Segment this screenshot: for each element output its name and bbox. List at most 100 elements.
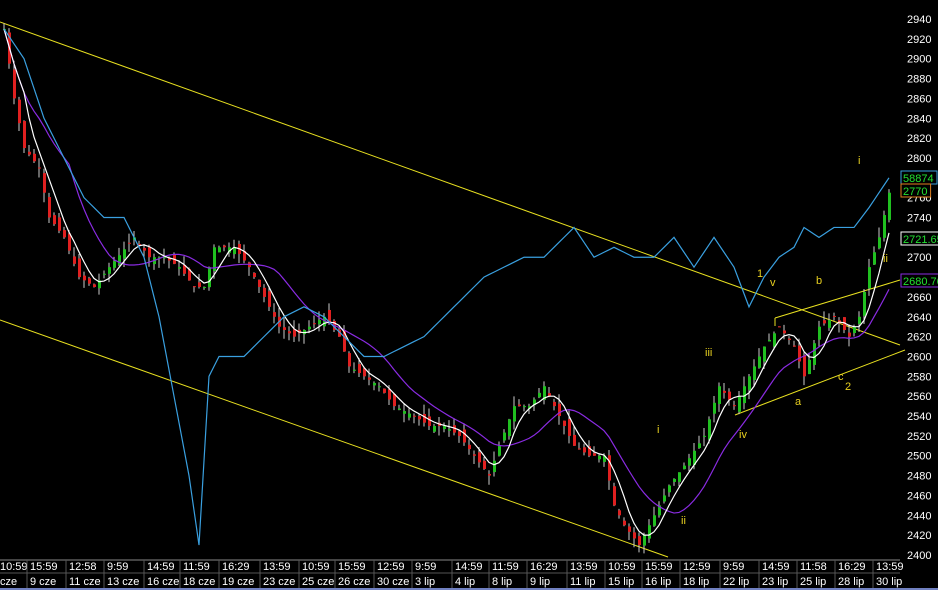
candle-up — [683, 465, 686, 470]
candle-down — [258, 279, 261, 288]
candle-up — [748, 376, 751, 390]
wave-label: iv — [739, 429, 747, 441]
candle-up — [408, 413, 411, 418]
candle-down — [638, 536, 641, 546]
candle-down — [788, 338, 791, 340]
x-tick-date: 30 cze — [377, 576, 409, 588]
candle-down — [848, 332, 851, 337]
x-tick-time: 9:59 — [723, 561, 744, 573]
candle-down — [458, 431, 461, 436]
y-tick-label: 2900 — [907, 54, 931, 66]
candle-up — [208, 267, 211, 288]
candle-down — [138, 243, 141, 245]
candle-down — [723, 390, 726, 393]
candle-down — [128, 242, 131, 244]
x-tick-date: 9 cze — [30, 576, 56, 588]
candle-down — [383, 388, 386, 393]
x-tick-time: 11:59 — [183, 561, 210, 573]
candle-up — [498, 445, 501, 456]
x-tick-date: 4 lip — [455, 576, 475, 588]
candle-up — [863, 291, 866, 316]
x-tick-date: 26 cze — [338, 576, 370, 588]
x-tick-date: 25 cze — [302, 576, 334, 588]
candle-up — [858, 316, 861, 324]
candle-up — [448, 429, 451, 431]
candle-down — [358, 364, 361, 374]
candle-down — [783, 330, 786, 334]
y-tick-label: 2800 — [907, 153, 931, 165]
candle-up — [738, 396, 741, 412]
candle-up — [598, 455, 601, 460]
candle-down — [473, 454, 476, 456]
price-chart: i1v biiiiii ivac2ii 2400242024402460248025… — [0, 0, 938, 590]
x-tick-time: 14:59 — [455, 561, 483, 573]
y-tick-label: 2580 — [907, 371, 931, 383]
candle-down — [618, 510, 621, 516]
x-tick-time: 11:58 — [800, 561, 827, 573]
candle-down — [733, 405, 736, 407]
x-tick-time: 12:59 — [683, 561, 711, 573]
candle-down — [198, 282, 201, 288]
candle-down — [143, 247, 146, 251]
candle-up — [753, 366, 756, 380]
candle-down — [478, 452, 481, 463]
candle-down — [23, 121, 26, 149]
candle-down — [418, 416, 421, 420]
candle-up — [513, 406, 516, 422]
candle-up — [378, 386, 381, 388]
candle-up — [818, 326, 821, 340]
candle-down — [593, 453, 596, 456]
x-tick-time: 12:58 — [69, 561, 97, 573]
candle-up — [663, 495, 666, 502]
candle-up — [853, 326, 856, 334]
candle-down — [823, 320, 826, 324]
candle-up — [353, 369, 356, 371]
candle-up — [203, 287, 206, 289]
wave-label: ii — [883, 253, 888, 265]
candle-down — [253, 272, 256, 278]
y-tick-label: 2920 — [907, 34, 931, 46]
x-tick-date: 11 cze — [69, 576, 101, 588]
x-tick-time: 10:59 — [608, 561, 636, 573]
candle-down — [793, 345, 796, 347]
value-tag-ma-fast: 2721.65 — [903, 234, 938, 246]
wave-label: 2 — [845, 381, 851, 393]
candle-down — [573, 434, 576, 446]
candle-up — [403, 411, 406, 414]
candle-down — [48, 197, 51, 218]
candle-down — [43, 173, 46, 193]
candle-up — [888, 192, 891, 220]
candle-up — [678, 472, 681, 482]
candle-down — [608, 455, 611, 481]
candle-up — [873, 252, 876, 265]
candle-down — [778, 326, 781, 328]
x-tick-date: 9 lip — [530, 576, 550, 588]
wave-label: a — [795, 396, 802, 408]
y-tick-label: 2820 — [907, 133, 931, 145]
candle-up — [538, 392, 541, 398]
candle-down — [58, 217, 61, 231]
candle-down — [63, 230, 66, 238]
candle-down — [288, 331, 291, 334]
y-tick-label: 2740 — [907, 213, 931, 225]
candle-down — [38, 167, 41, 169]
y-tick-label: 2440 — [907, 510, 931, 522]
x-tick-date: 16 cze — [147, 576, 179, 588]
x-tick-date: 8 lip — [492, 576, 512, 588]
candle-down — [413, 415, 416, 417]
value-tag-indicator: 58874 — [903, 173, 934, 185]
candle-down — [623, 520, 626, 526]
candle-down — [583, 447, 586, 453]
candle-down — [263, 287, 266, 297]
candle-up — [698, 443, 701, 448]
candle-down — [193, 286, 196, 288]
x-tick-date: 19 cze — [222, 576, 254, 588]
x-tick-time: 13:59 — [263, 561, 291, 573]
candle-up — [443, 425, 446, 430]
candle-down — [268, 291, 271, 307]
candle-up — [493, 460, 496, 473]
y-tick-label: 2860 — [907, 93, 931, 105]
candle-down — [388, 389, 391, 400]
wave-label: ii — [681, 515, 686, 527]
candle-down — [283, 327, 286, 331]
